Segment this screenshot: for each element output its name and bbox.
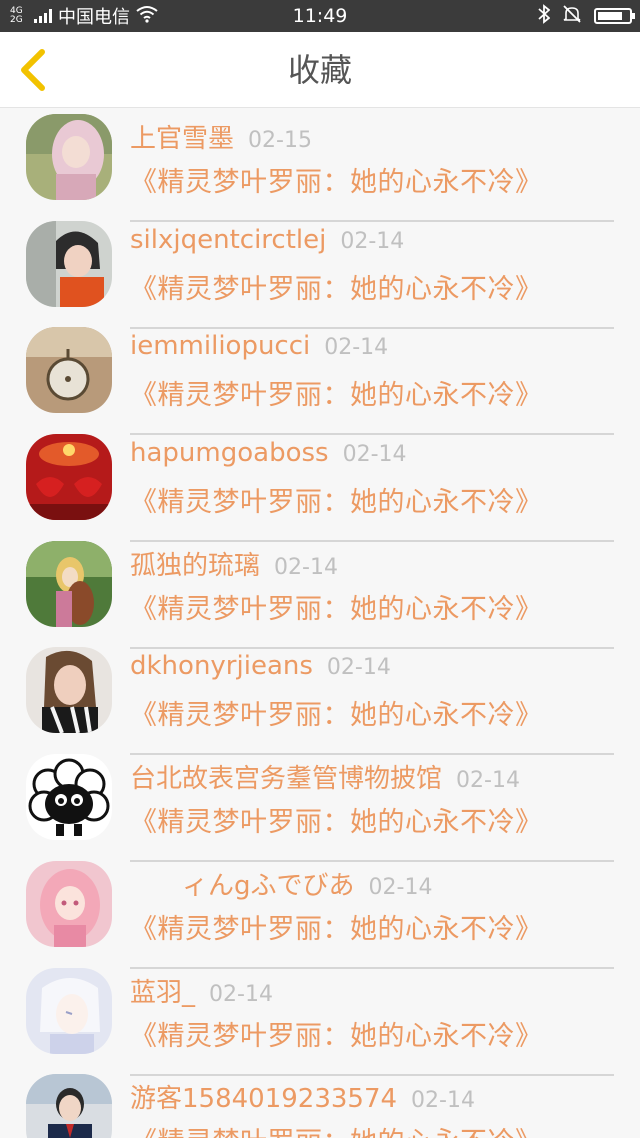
item-meta: 游客1584019233574 02-14 <box>130 1078 614 1116</box>
status-right <box>538 0 635 32</box>
avatar[interactable] <box>26 1074 112 1138</box>
item-meta: silxjqentcirctlej 02-14 <box>130 225 614 263</box>
bell-muted-icon <box>562 4 582 28</box>
item-text: 游客1584019233574 02-14 《精灵梦叶罗丽：她的心永不冷》 <box>130 1078 614 1138</box>
username[interactable]: hapumgoaboss <box>130 438 329 468</box>
header: 收藏 <box>0 32 640 108</box>
list-item[interactable]: iemmiliopucci 02-14 《精灵梦叶罗丽：她的心永不冷》 <box>0 285 640 436</box>
item-meta: 孤独的琉璃 02-14 <box>130 545 614 583</box>
list-item[interactable]: 游客1584019233574 02-14 《精灵梦叶罗丽：她的心永不冷》 <box>0 1032 640 1138</box>
username[interactable]: silxjqentcirctlej <box>130 225 326 255</box>
list-item[interactable]: dkhonyrjieans 02-14 《精灵梦叶罗丽：她的心永不冷》 <box>0 605 640 756</box>
list-item[interactable]: 孤独的琉璃 02-14 《精灵梦叶罗丽：她的心永不冷》 <box>0 499 640 649</box>
date: 02-14 <box>326 655 391 681</box>
username[interactable]: ィんgふでびあ <box>130 871 355 901</box>
date: 02-14 <box>274 554 338 580</box>
username[interactable]: 孤独的琉璃 <box>130 551 260 581</box>
username[interactable]: 游客1584019233574 <box>130 1084 397 1114</box>
item-meta: 台北故表宫务耋管博物披馆 02-14 <box>130 758 614 796</box>
item-meta: ィんgふでびあ 02-14 <box>130 865 614 903</box>
list-item[interactable]: 台北故表宫务耋管博物披馆 02-14 《精灵梦叶罗丽：她的心永不冷》 <box>0 712 640 863</box>
username[interactable]: 蓝羽_ <box>130 978 195 1008</box>
bluetooth-icon <box>538 4 551 28</box>
date: 02-15 <box>248 128 312 153</box>
favorites-list-inner: 上官雪墨 02-15 《精灵梦叶罗丽：她的心永不冷》 silxjqentcirctle… <box>0 108 640 1138</box>
list-item[interactable]: hapumgoaboss 02-14 《精灵梦叶罗丽：她的心永不冷》 <box>0 392 640 543</box>
page-title: 收藏 <box>287 51 352 89</box>
favorites-list[interactable]: 上官雪墨 02-15 《精灵梦叶罗丽：她的心永不冷》 silxjqentcirctle… <box>0 108 640 1138</box>
username[interactable]: dkhonyrjieans <box>130 651 313 681</box>
battery-icon <box>594 8 635 24</box>
status-bar: 4G 2G 中国电信 11:49 <box>0 0 640 32</box>
list-item[interactable]: 蓝羽_ 02-14 《精灵梦叶罗丽：她的心永不冷》 <box>0 926 640 1076</box>
username[interactable]: iemmiliopucci <box>130 331 310 361</box>
item-meta: hapumgoaboss 02-14 <box>130 438 614 476</box>
username[interactable]: 上官雪墨 <box>130 124 234 154</box>
item-meta: 上官雪墨 02-15 <box>130 118 614 156</box>
battery-level <box>598 12 622 20</box>
item-meta: iemmiliopucci 02-14 <box>130 331 614 369</box>
list-item[interactable]: ィんgふでびあ 02-14 《精灵梦叶罗丽：她的心永不冷》 <box>0 819 640 969</box>
list-item[interactable]: 上官雪墨 02-15 《精灵梦叶罗丽：她的心永不冷》 <box>0 108 640 222</box>
article-title[interactable]: 《精灵梦叶罗丽：她的心永不冷》 <box>130 1120 614 1138</box>
list-item[interactable]: silxjqentcirctlej 02-14 《精灵梦叶罗丽：她的心永不冷》 <box>0 179 640 329</box>
date: 02-14 <box>209 981 273 1007</box>
date: 02-14 <box>456 768 520 794</box>
date: 02-14 <box>340 228 405 254</box>
item-meta: dkhonyrjieans 02-14 <box>130 651 614 689</box>
date: 02-14 <box>368 874 433 900</box>
date: 02-14 <box>411 1088 475 1114</box>
date: 02-14 <box>342 442 407 468</box>
item-meta: 蓝羽_ 02-14 <box>130 972 614 1010</box>
username[interactable]: 台北故表宫务耋管博物披馆 <box>130 764 442 794</box>
date: 02-14 <box>324 335 389 361</box>
